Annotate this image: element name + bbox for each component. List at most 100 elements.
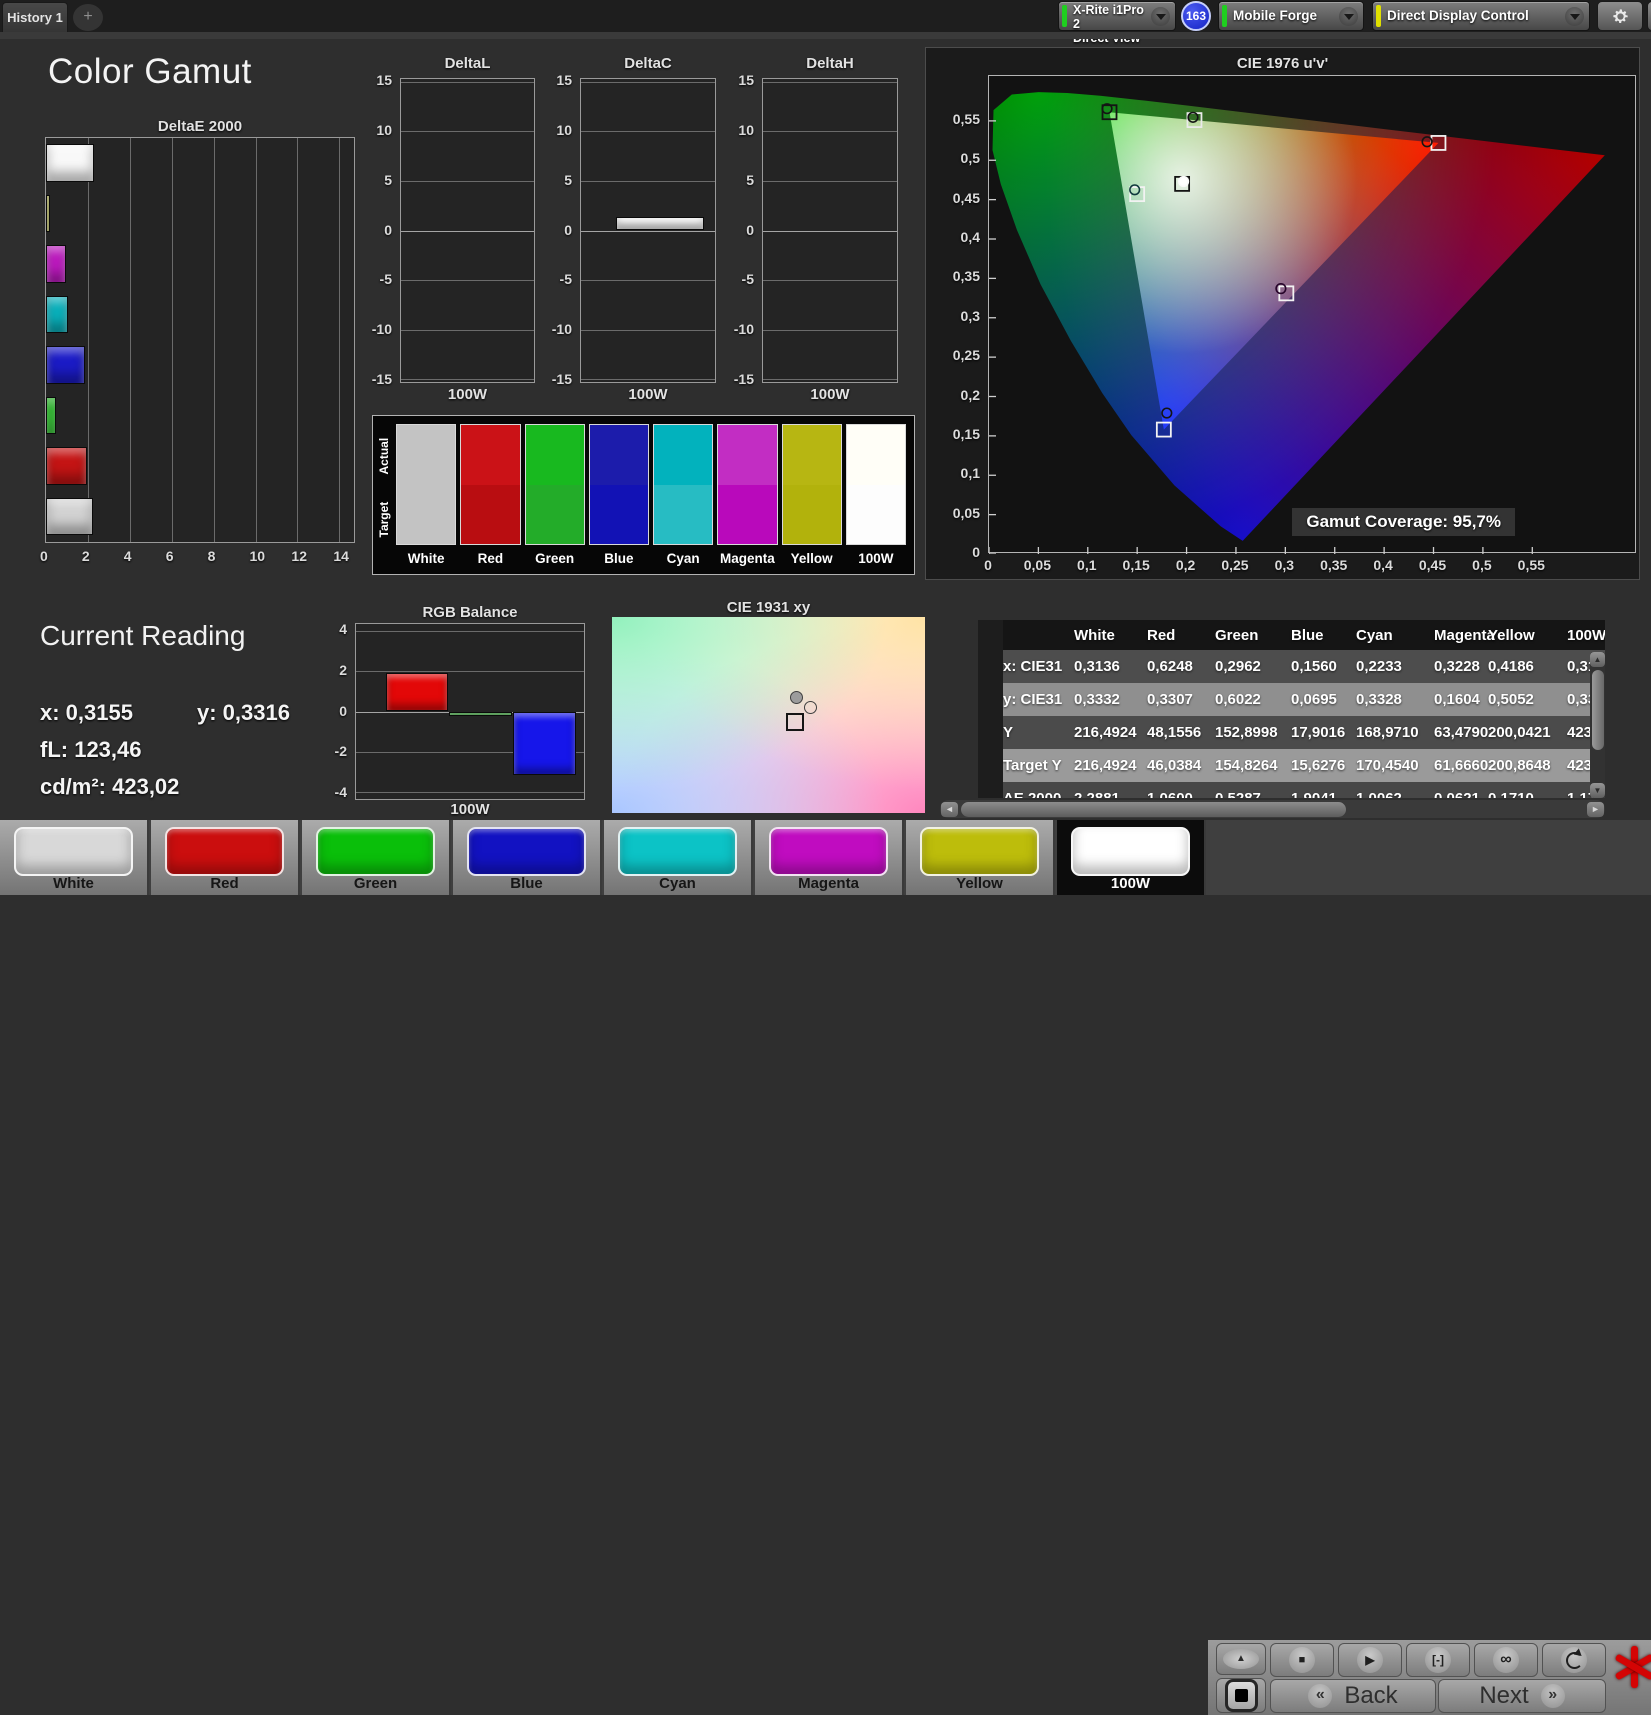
axis-tick-label: 0 bbox=[384, 221, 392, 238]
meter-dropdown[interactable]: X-Rite i1Pro 2 Direct View bbox=[1058, 1, 1176, 45]
gridline bbox=[401, 230, 534, 232]
pattern-button-blue[interactable]: Blue bbox=[453, 820, 602, 895]
collapse-panel-button[interactable]: ▲ bbox=[1216, 1643, 1266, 1675]
table-cell: 63,4790 bbox=[1434, 724, 1489, 741]
table-column-header: Magenta bbox=[1434, 627, 1495, 644]
pattern-swatch bbox=[769, 827, 888, 876]
gridline bbox=[581, 180, 715, 182]
gridline bbox=[87, 138, 89, 542]
axis-tick-label: 0 bbox=[746, 221, 754, 238]
bar bbox=[513, 711, 576, 775]
horizontal-scroll-thumb[interactable] bbox=[961, 801, 1346, 817]
swatch-target bbox=[397, 484, 456, 545]
gridline bbox=[339, 138, 341, 542]
gridline bbox=[129, 138, 131, 542]
scroll-up-button[interactable]: ▲ bbox=[1590, 652, 1605, 667]
swatch-target bbox=[589, 484, 648, 545]
cie1976-y-axis: 0 0,05 0,1 0,15 0,2 0,25 0,3 0,35 0,4 0,45 0,5 0,55 bbox=[946, 75, 984, 560]
pattern-button-100w[interactable]: 100W bbox=[1057, 820, 1206, 895]
continuous-measure-button[interactable]: ∞ bbox=[1474, 1643, 1538, 1677]
table-column-header: Red bbox=[1147, 627, 1176, 644]
axis-tick-label: 12 bbox=[291, 548, 307, 564]
scroll-right-button[interactable]: ► bbox=[1587, 801, 1604, 817]
axis-tick-label: 0,3 bbox=[1274, 557, 1295, 573]
table-column-header: Cyan bbox=[1356, 627, 1393, 644]
stop-icon: ■ bbox=[1289, 1647, 1315, 1673]
axis-tick-label: -2 bbox=[334, 743, 347, 760]
infinity-icon: ∞ bbox=[1493, 1647, 1519, 1673]
pattern-button-red[interactable]: Red bbox=[151, 820, 300, 895]
pattern-swatch bbox=[1071, 827, 1190, 876]
pattern-button-white[interactable]: White bbox=[0, 820, 149, 895]
table-row: ΔE 20002,28811,06000,52871,90411,00620,0… bbox=[978, 782, 1605, 798]
table-vertical-scrollbar[interactable]: ▲ ▼ bbox=[1590, 652, 1605, 798]
table-cell: 0,3328 bbox=[1356, 691, 1402, 708]
bar bbox=[46, 295, 68, 333]
scroll-down-button[interactable]: ▼ bbox=[1590, 783, 1605, 798]
table-row-label: ΔE 2000 bbox=[1003, 782, 1074, 798]
source-dropdown-label: Mobile Forge bbox=[1233, 8, 1317, 23]
swatch-magenta: Magenta bbox=[717, 424, 778, 574]
table-row: x: CIE31 0,3136 0,6248 0,2962 0,1560 0,2233 0,… bbox=[978, 650, 1605, 683]
pattern-window-button[interactable] bbox=[1216, 1678, 1266, 1713]
deltah-chart bbox=[762, 78, 898, 383]
settings-button[interactable] bbox=[1597, 1, 1643, 31]
axis-tick-label: 2 bbox=[339, 661, 347, 678]
swatch-label: Green bbox=[535, 551, 575, 567]
tab-history-1[interactable]: History 1 bbox=[2, 2, 68, 32]
next-button[interactable]: Next » bbox=[1438, 1679, 1606, 1713]
gridline bbox=[356, 631, 584, 633]
table-horizontal-scrollbar[interactable]: ◄ ► bbox=[940, 800, 1605, 818]
pattern-button-cyan[interactable]: Cyan bbox=[604, 820, 753, 895]
gridline bbox=[581, 280, 715, 281]
axis-tick-label: 0,15 bbox=[1122, 557, 1150, 573]
vertical-scroll-thumb[interactable] bbox=[1591, 670, 1604, 750]
pattern-label: Cyan bbox=[659, 875, 696, 892]
axis-tick-label: 0 bbox=[972, 544, 980, 560]
measure-once-button[interactable]: [-] bbox=[1406, 1643, 1470, 1677]
add-tab-button[interactable]: + bbox=[73, 4, 103, 31]
table-row: Target Y 216,4924 46,0384 154,8264 15,6276 17… bbox=[978, 749, 1605, 782]
stop-button[interactable]: ■ bbox=[1270, 1643, 1334, 1677]
pattern-bar: White Red Green Blue Cyan Magenta Yellow 100W ▲… bbox=[0, 820, 1651, 1715]
back-button[interactable]: « Back bbox=[1270, 1679, 1436, 1713]
deltah-chart-title: DeltaH bbox=[806, 55, 854, 72]
swatch-label: Red bbox=[477, 551, 504, 567]
deltac-chart-title: DeltaC bbox=[624, 55, 672, 72]
pattern-swatch bbox=[618, 827, 737, 876]
bar bbox=[46, 194, 51, 232]
display-window-icon bbox=[1224, 1679, 1258, 1712]
meter-status-indicator bbox=[1062, 5, 1067, 27]
table-cell: 48,1556 bbox=[1147, 724, 1202, 741]
refresh-button[interactable] bbox=[1542, 1643, 1606, 1677]
axis-tick-label: -15 bbox=[371, 371, 392, 387]
clipped-edge-button[interactable] bbox=[1647, 1, 1651, 31]
gridline bbox=[401, 379, 534, 381]
axis-tick-label: 6 bbox=[165, 548, 174, 564]
gear-icon bbox=[1612, 8, 1628, 23]
display-control-dropdown[interactable]: Direct Display Control bbox=[1372, 1, 1590, 31]
swatch-target bbox=[654, 484, 713, 545]
gridline bbox=[581, 379, 715, 381]
table-column-header: 100W bbox=[1567, 627, 1605, 644]
gamut-coverage-readout: Gamut Coverage: 95,7% bbox=[1292, 508, 1515, 536]
source-dropdown[interactable]: Mobile Forge bbox=[1218, 1, 1364, 31]
table-cell: 216,4924 bbox=[1074, 724, 1137, 741]
axis-tick-label: 2 bbox=[81, 548, 90, 564]
play-button[interactable]: ▶ bbox=[1338, 1643, 1402, 1677]
axis-tick-label: 8 bbox=[207, 548, 216, 564]
gridline bbox=[763, 329, 897, 331]
up-arrow-icon: ▲ bbox=[1223, 1649, 1259, 1669]
axis-tick-label: 0,4 bbox=[960, 229, 980, 245]
table-cell: 0,1710 bbox=[1488, 782, 1567, 798]
pattern-button-yellow[interactable]: Yellow bbox=[906, 820, 1055, 895]
table-column-header: Green bbox=[1215, 627, 1259, 644]
scroll-left-button[interactable]: ◄ bbox=[941, 801, 958, 817]
pattern-button-magenta[interactable]: Magenta bbox=[755, 820, 904, 895]
pattern-button-green[interactable]: Green bbox=[302, 820, 451, 895]
table-cell: 0,3228 bbox=[1434, 658, 1480, 675]
axis-tick-label: 0,1 bbox=[960, 465, 980, 482]
table-cell: 0,1604 bbox=[1434, 691, 1480, 708]
swatch-target bbox=[461, 484, 520, 545]
swatch-box bbox=[845, 424, 906, 546]
